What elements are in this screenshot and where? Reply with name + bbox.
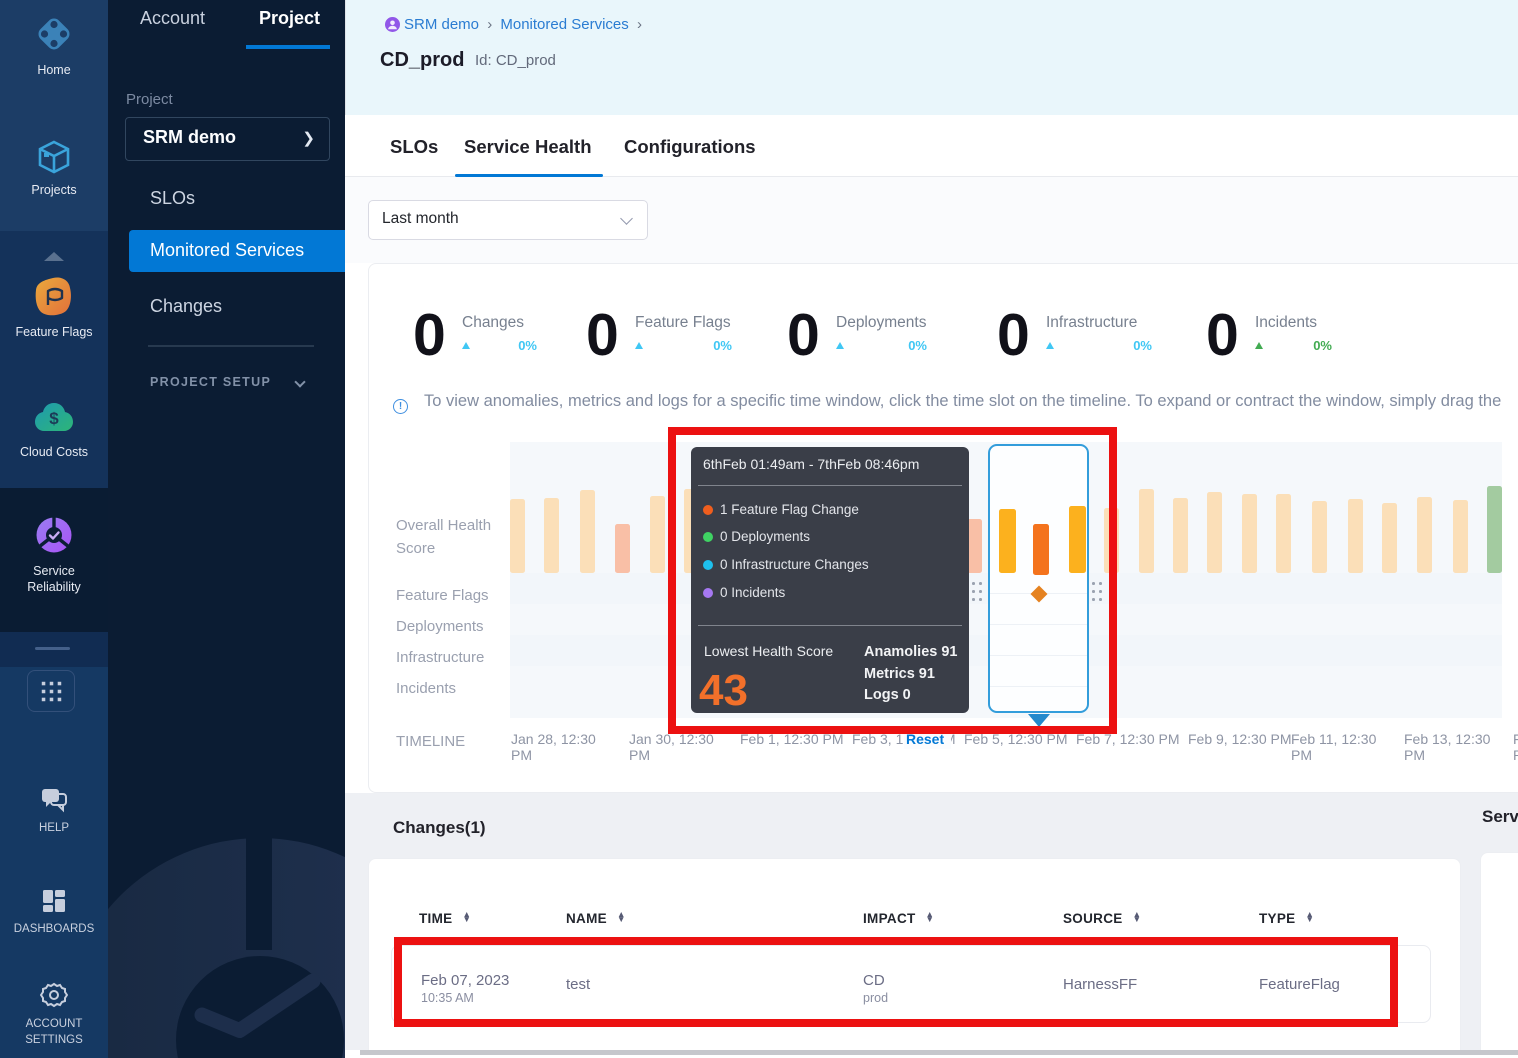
svg-text:$: $ <box>49 409 59 428</box>
